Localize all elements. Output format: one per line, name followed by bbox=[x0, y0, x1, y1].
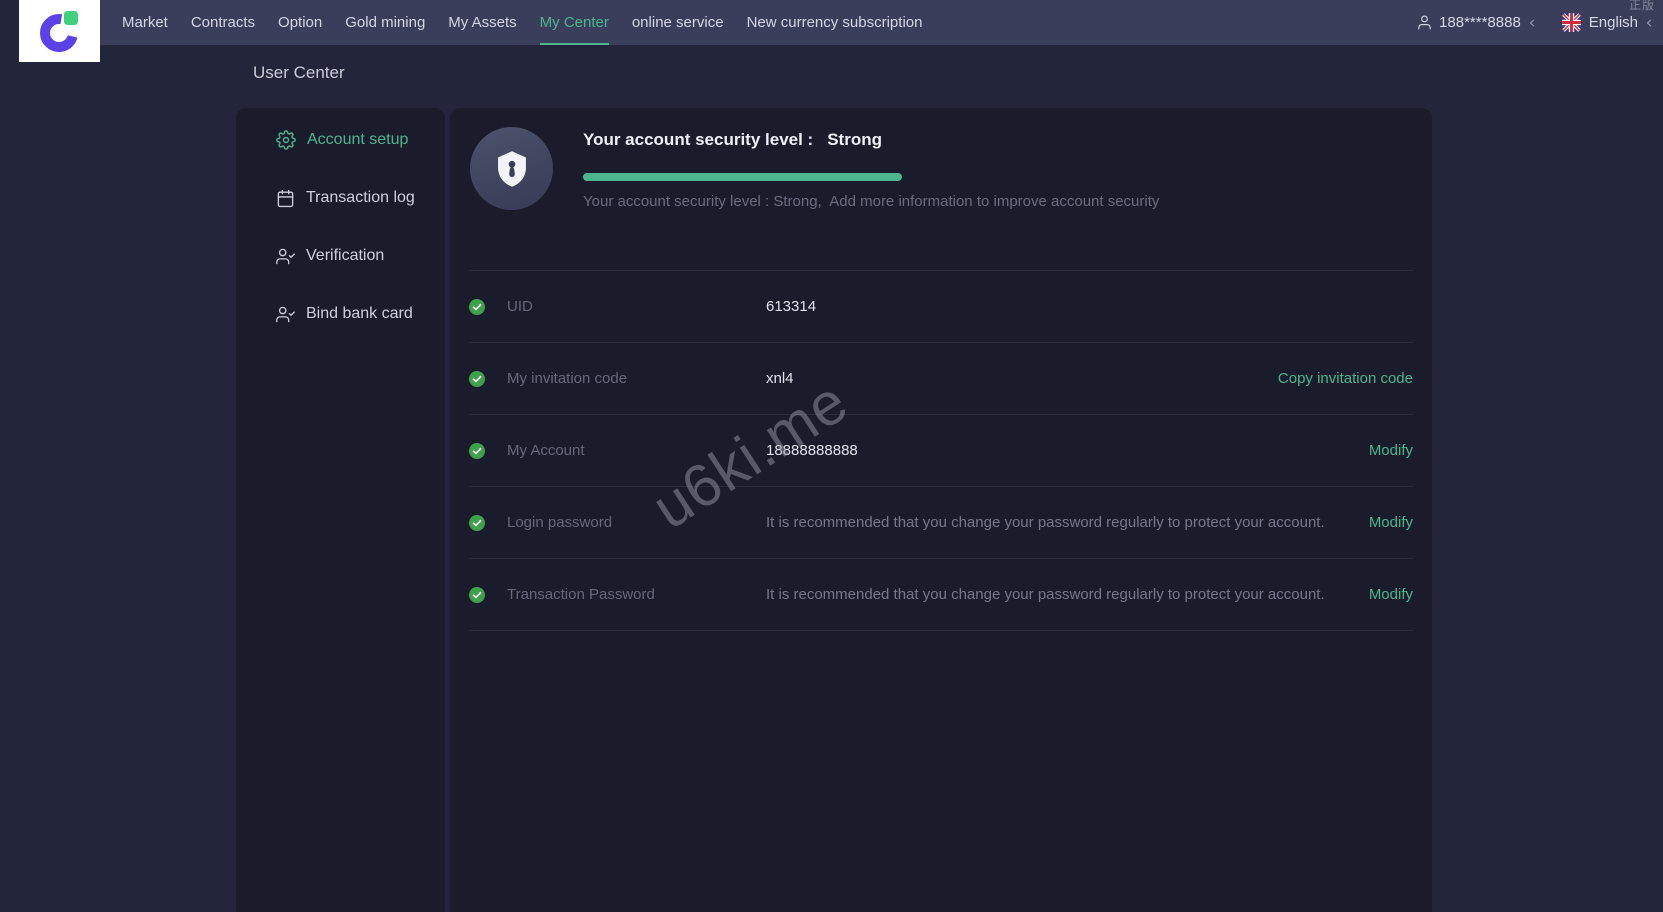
row-value: It is recommended that you change your p… bbox=[766, 514, 1325, 531]
sidebar-item-verification[interactable]: Verification bbox=[236, 236, 445, 276]
row-label: UID bbox=[507, 298, 533, 315]
row-value: xnl4 bbox=[766, 370, 794, 387]
row-label: Login password bbox=[507, 514, 613, 531]
check-circle-icon bbox=[469, 586, 485, 603]
row-value: It is recommended that you change your p… bbox=[766, 586, 1325, 603]
gear-icon bbox=[276, 130, 296, 150]
check-circle-icon bbox=[469, 442, 485, 459]
security-subtitle: Your account security level : Strong, Ad… bbox=[583, 193, 1160, 210]
nav-item-contracts[interactable]: Contracts bbox=[191, 0, 255, 45]
user-phone: 188****8888 bbox=[1439, 14, 1521, 31]
sidebar-item-bind-bank-card[interactable]: Bind bank card bbox=[236, 294, 445, 334]
language-label: English bbox=[1588, 14, 1638, 31]
security-level-value: Strong bbox=[827, 130, 882, 149]
row-value: 613314 bbox=[766, 298, 817, 315]
sidebar: Account setup Transaction log Verificati… bbox=[236, 108, 445, 912]
nav-item-online-service[interactable]: online service bbox=[632, 0, 724, 45]
nav-item-option[interactable]: Option bbox=[278, 0, 322, 45]
row-login-password: Login password It is recommended that yo… bbox=[469, 487, 1413, 559]
user-check-icon bbox=[276, 247, 295, 266]
check-circle-icon bbox=[469, 370, 485, 387]
calendar-icon bbox=[276, 189, 295, 208]
row-label: My Account bbox=[507, 442, 585, 459]
row-transaction-password: Transaction Password It is recommended t… bbox=[469, 559, 1413, 631]
page-title: User Center bbox=[253, 63, 345, 82]
top-navbar: Market Contracts Option Gold mining My A… bbox=[0, 0, 1663, 45]
chevron-icon bbox=[1645, 17, 1653, 29]
uk-flag-icon bbox=[1561, 13, 1581, 32]
security-progress-bar bbox=[583, 173, 902, 181]
sidebar-item-label: Transaction log bbox=[306, 189, 415, 206]
account-menu[interactable]: 188****8888 bbox=[1416, 14, 1536, 31]
row-my-account: My Account 18888888888 Modify bbox=[469, 415, 1413, 487]
row-value: 18888888888 bbox=[766, 442, 858, 459]
brand-logo-icon bbox=[35, 6, 85, 56]
security-level-title: Your account security level : Strong bbox=[583, 130, 882, 150]
account-rows: UID 613314 My invitation code xnl4 Copy … bbox=[469, 270, 1413, 631]
check-circle-icon bbox=[469, 298, 485, 315]
user-icon bbox=[1416, 14, 1433, 31]
security-level-label: Your account security level : bbox=[583, 130, 814, 149]
account-setup-panel: Your account security level : Strong Your… bbox=[450, 108, 1432, 912]
modify-login-password-link[interactable]: Modify bbox=[1369, 514, 1413, 531]
sidebar-item-label: Verification bbox=[306, 247, 385, 264]
sidebar-item-account-setup[interactable]: Account setup bbox=[236, 120, 445, 160]
modify-account-link[interactable]: Modify bbox=[1369, 442, 1413, 459]
main-nav: Market Contracts Option Gold mining My A… bbox=[122, 0, 922, 45]
row-uid: UID 613314 bbox=[469, 271, 1413, 343]
chevron-icon bbox=[1528, 17, 1536, 29]
security-shield-avatar bbox=[470, 127, 553, 210]
nav-item-market[interactable]: Market bbox=[122, 0, 168, 45]
nav-item-my-center[interactable]: My Center bbox=[539, 0, 610, 45]
row-invitation-code: My invitation code xnl4 Copy invitation … bbox=[469, 343, 1413, 415]
row-label: My invitation code bbox=[507, 370, 628, 387]
nav-item-new-currency-subscription[interactable]: New currency subscription bbox=[747, 0, 923, 45]
nav-item-gold-mining[interactable]: Gold mining bbox=[345, 0, 425, 45]
sidebar-item-label: Account setup bbox=[307, 131, 409, 148]
corner-tag: 正版 bbox=[1628, 0, 1655, 12]
security-header: Your account security level : Strong Your… bbox=[450, 108, 1432, 270]
brand-logo[interactable] bbox=[19, 0, 100, 62]
shield-icon bbox=[490, 147, 534, 191]
sidebar-item-transaction-log[interactable]: Transaction log bbox=[236, 178, 445, 218]
row-label: Transaction Password bbox=[507, 586, 655, 603]
nav-item-my-assets[interactable]: My Assets bbox=[448, 0, 516, 45]
user-check-icon bbox=[276, 305, 295, 324]
sidebar-item-label: Bind bank card bbox=[306, 305, 413, 322]
language-selector[interactable]: English bbox=[1561, 13, 1653, 32]
modify-transaction-password-link[interactable]: Modify bbox=[1369, 586, 1413, 603]
check-circle-icon bbox=[469, 514, 485, 531]
copy-invitation-code-link[interactable]: Copy invitation code bbox=[1278, 370, 1413, 387]
